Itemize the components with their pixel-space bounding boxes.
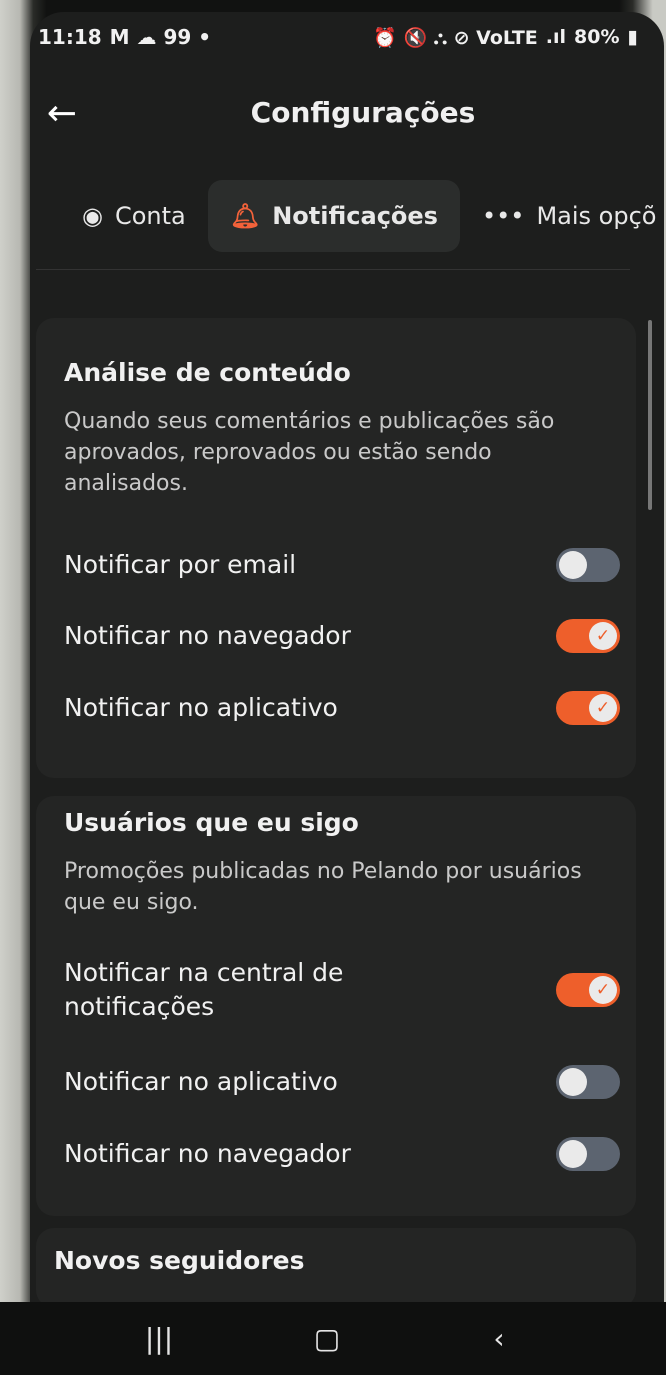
app-toggle[interactable]: [556, 1065, 620, 1099]
scrollbar[interactable]: [648, 320, 652, 510]
section-title: Novos seguidores: [54, 1246, 305, 1275]
central-toggle[interactable]: ✓: [556, 973, 620, 1007]
section-divider: [36, 252, 630, 270]
email-toggle[interactable]: [556, 548, 620, 582]
system-icons: ⏰ 🔇 ⛬ ⊘ VoLTE: [373, 26, 538, 49]
section-description: Promoções publicadas no Pelando por usuá…: [64, 859, 582, 915]
notification-icons: M ☁ 99 •: [109, 25, 212, 49]
toggle-knob: [559, 551, 587, 579]
status-bar: 11:18 M ☁ 99 • ⏰ 🔇 ⛬ ⊘ VoLTE .ıl 80% ▮: [38, 22, 638, 52]
toggle-knob: [559, 1068, 587, 1096]
row-label: Notificar no aplicativo: [64, 1067, 338, 1096]
chevron-left-icon: ‹: [493, 1321, 505, 1355]
section-description: Quando seus comentários e publicações sã…: [64, 409, 555, 496]
followed-users-card: Usuários que eu sigo Promoções publicada…: [36, 796, 636, 1216]
browser-toggle[interactable]: [556, 1137, 620, 1171]
battery-icon: ▮: [627, 26, 638, 48]
notify-app-row[interactable]: Notificar no aplicativo: [46, 1054, 626, 1110]
row-label: Notificar por email: [64, 550, 297, 579]
toggle-knob: [559, 1140, 587, 1168]
home-button[interactable]: ▢: [306, 1314, 348, 1362]
notify-email-row[interactable]: Notificar por email: [46, 533, 626, 597]
app-header: Configurações: [30, 88, 656, 144]
system-nav-bar: ||| ▢ ‹: [0, 1302, 666, 1375]
signal-icon: .ıl: [545, 26, 567, 48]
app-toggle[interactable]: ✓: [556, 691, 620, 725]
user-circle-icon: ◉: [82, 202, 103, 230]
row-label: Notificar na central de notificações: [64, 958, 344, 1021]
tab-conta[interactable]: ◉ Conta: [60, 180, 208, 252]
more-dots-icon: •••: [481, 202, 525, 230]
settings-tabs: ◉ Conta 🔔︎ Notificações ••• Mais opçõ: [60, 180, 666, 252]
tab-label: Notificações: [272, 202, 438, 230]
notify-browser-row[interactable]: Notificar no navegador: [46, 1124, 626, 1184]
section-title: Análise de conteúdo: [64, 358, 351, 387]
notify-central-row[interactable]: Notificar na central de notificações ✓: [46, 954, 626, 1026]
page-title: Configurações: [250, 96, 476, 129]
section-title: Usuários que eu sigo: [64, 808, 359, 837]
check-icon: ✓: [589, 694, 617, 722]
notify-browser-row[interactable]: Notificar no navegador ✓: [46, 610, 626, 662]
recents-button[interactable]: |||: [138, 1314, 180, 1362]
check-icon: ✓: [589, 622, 617, 650]
arrow-left-icon: ←: [46, 92, 78, 134]
tab-label: Conta: [114, 202, 186, 230]
home-icon: ▢: [313, 1321, 341, 1355]
browser-toggle[interactable]: ✓: [556, 619, 620, 653]
tab-notificacoes[interactable]: 🔔︎ Notificações: [207, 180, 460, 252]
notify-app-row[interactable]: Notificar no aplicativo ✓: [46, 680, 626, 736]
battery-level: 80%: [574, 26, 620, 48]
row-label: Notificar no navegador: [64, 621, 351, 650]
check-icon: ✓: [589, 976, 617, 1004]
content-review-card: Análise de conteúdo Quando seus comentár…: [36, 318, 636, 778]
row-label: Notificar no aplicativo: [64, 693, 338, 722]
tab-label: Mais opçõ: [536, 202, 657, 230]
system-back-button[interactable]: ‹: [478, 1314, 520, 1362]
status-time: 11:18: [38, 25, 102, 49]
new-followers-card: Novos seguidores: [36, 1228, 636, 1308]
bell-icon: 🔔︎: [229, 202, 261, 230]
row-label: Notificar no navegador: [64, 1139, 351, 1168]
tab-mais-opcoes[interactable]: ••• Mais opçõ: [460, 180, 666, 252]
recents-icon: |||: [144, 1321, 174, 1355]
back-arrow-button[interactable]: ←: [38, 88, 86, 138]
